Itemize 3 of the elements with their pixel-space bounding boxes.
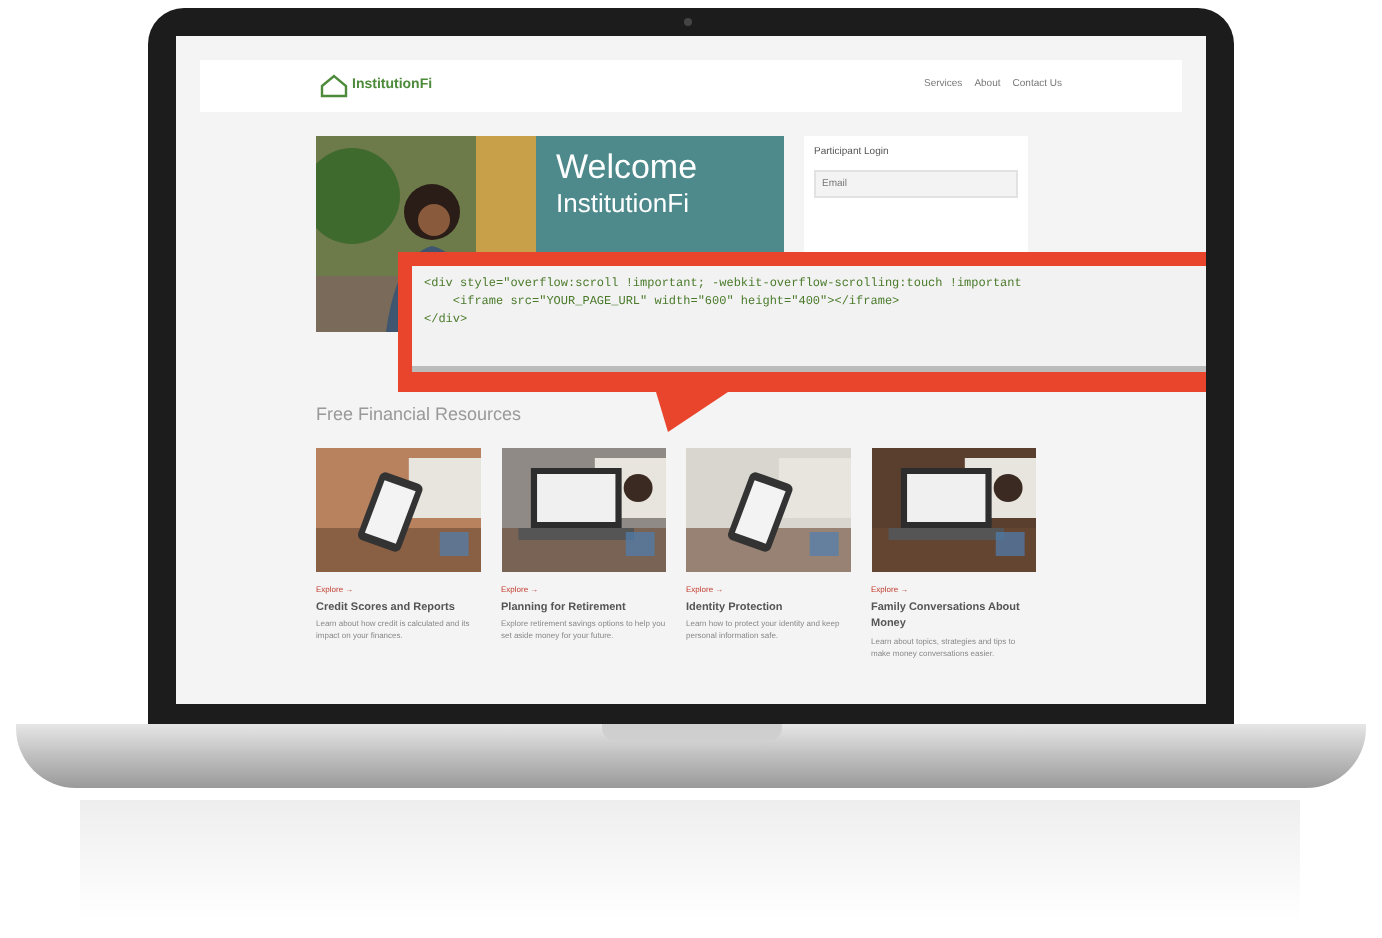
hero-title: Welcome <box>556 148 700 188</box>
section-title: Free Financial Resources <box>316 404 522 424</box>
hero-subtitle: InstitutionFi <box>556 188 691 220</box>
